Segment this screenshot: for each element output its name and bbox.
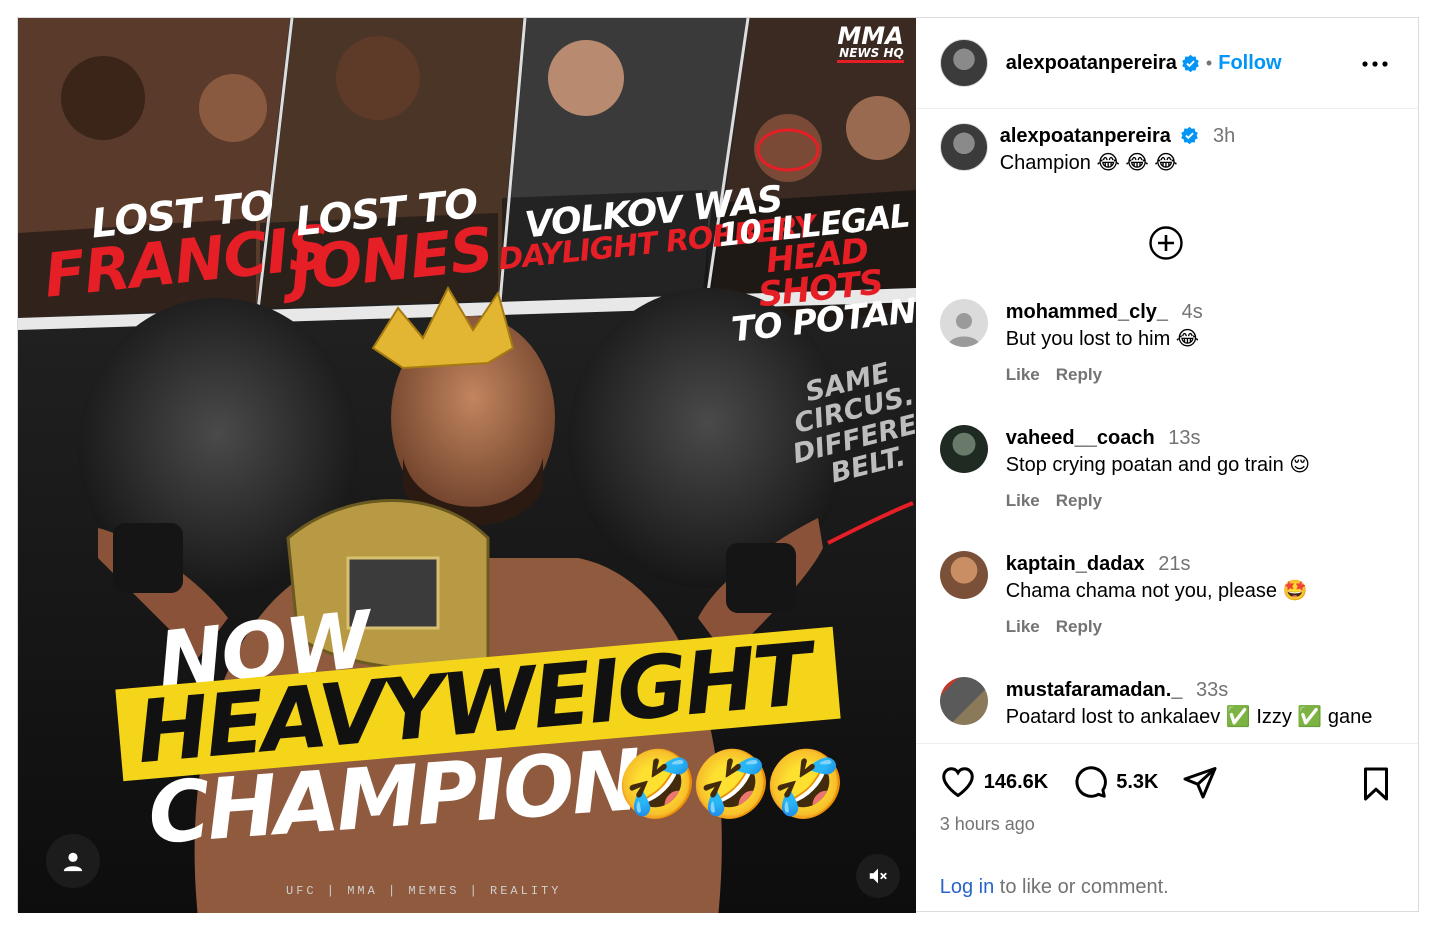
commenter-username[interactable]: kaptain_dadax — [1006, 553, 1145, 575]
author-username[interactable]: alexpoatanpereira — [1006, 52, 1177, 75]
caption-avatar[interactable] — [939, 123, 988, 171]
bookmark-icon[interactable] — [1360, 766, 1392, 802]
heart-icon[interactable] — [940, 764, 976, 800]
tagged-users-button[interactable] — [46, 834, 100, 888]
comment-icon[interactable] — [1072, 764, 1108, 800]
post-header: alexpoatanpereira • Follow — [915, 18, 1418, 109]
load-more-comments-button[interactable] — [1148, 225, 1184, 261]
share-icon[interactable] — [1182, 764, 1218, 800]
login-link[interactable]: Log in — [940, 876, 995, 898]
post-media[interactable]: MMA NEWS HQ LOST TO FRANCIS LOST TO JONE… — [18, 18, 916, 913]
author-avatar[interactable] — [939, 39, 988, 87]
verified-badge-icon — [1182, 54, 1199, 72]
caption-time: 3h — [1213, 125, 1236, 147]
post-timestamp: 3 hours ago — [939, 814, 1035, 834]
reply-comment-button[interactable]: Reply — [1056, 487, 1102, 514]
comment-text: Chama chama not you, please 🤩 — [1005, 580, 1308, 602]
like-count: 146.6K — [983, 770, 1049, 793]
commenter-username[interactable]: mustafaramadan._ — [1006, 679, 1183, 701]
comment-item: kaptain_dadax 21s Chama chama not you, p… — [939, 551, 1308, 640]
comment-time: 21s — [1158, 553, 1191, 575]
commenter-avatar[interactable] — [939, 551, 988, 599]
separator-dot: • — [1205, 52, 1213, 73]
ellipsis-icon — [1362, 61, 1388, 67]
follow-button[interactable]: Follow — [1218, 52, 1281, 75]
caption-text: Champion 😂 😂 😂 — [999, 152, 1178, 174]
comment-text: Poatard lost to ankalaev ✅ Izzy ✅ gane — [1005, 706, 1373, 728]
caption-username[interactable]: alexpoatanpereira — [1000, 125, 1171, 147]
comment-time: 33s — [1196, 679, 1229, 701]
speaker-muted-icon — [869, 868, 887, 884]
media-footer-tags: UFC | MMA | MEMES | REALITY — [286, 884, 562, 898]
post-actions: 146.6K 5.3K 3 hours ago Log in to like o… — [915, 743, 1418, 913]
user-icon — [63, 852, 83, 872]
comment-item: mustafaramadan._ 33s Poatard lost to ank… — [939, 677, 1373, 731]
like-comment-button[interactable]: Like — [1006, 613, 1040, 640]
headline-emoji: 🤣🤣🤣 — [616, 747, 847, 821]
like-comment-button[interactable]: Like — [1006, 487, 1040, 514]
post-caption: alexpoatanpereira 3h Champion 😂 😂 😂 — [939, 123, 1418, 177]
more-options-button[interactable] — [1362, 48, 1388, 74]
reply-comment-button[interactable]: Reply — [1056, 361, 1102, 388]
comment-text: Stop crying poatan and go train 😌 — [1005, 454, 1311, 476]
panel-2-text: LOST TO JONES — [286, 180, 496, 306]
comment-time: 13s — [1168, 427, 1201, 449]
comment-item: mohammed_cly_ 4s But you lost to him 😂 L… — [939, 299, 1203, 388]
default-avatar-icon — [947, 313, 980, 347]
login-prompt: Log in to like or comment. — [940, 876, 1169, 899]
commenter-avatar[interactable] — [939, 425, 988, 473]
commenter-username[interactable]: mohammed_cly_ — [1006, 301, 1168, 323]
comment-item: vaheed__coach 13s Stop crying poatan and… — [939, 425, 1311, 514]
commenter-avatar[interactable] — [939, 299, 988, 347]
comments-section[interactable]: alexpoatanpereira 3h Champion 😂 😂 😂 moha… — [916, 109, 1418, 743]
verified-badge-icon — [1181, 126, 1199, 145]
comment-count: 5.3K — [1116, 770, 1159, 793]
like-comment-button[interactable]: Like — [1006, 361, 1040, 388]
comment-text: But you lost to him 😂 — [1005, 328, 1200, 350]
mute-button[interactable] — [856, 854, 900, 898]
reply-comment-button[interactable]: Reply — [1056, 613, 1102, 640]
comment-time: 4s — [1181, 301, 1203, 323]
commenter-username[interactable]: vaheed__coach — [1006, 427, 1155, 449]
brand-logo: MMA NEWS HQ — [837, 24, 904, 64]
panel-4-text: 10 ILLEGAL HEAD SHOTS TO POTAN — [716, 196, 916, 351]
login-prompt-text: to like or comment. — [994, 876, 1169, 898]
post-sidebar: alexpoatanpereira • Follow alexpoatanper… — [915, 18, 1418, 913]
commenter-avatar[interactable] — [939, 677, 988, 725]
post-dialog: MMA NEWS HQ LOST TO FRANCIS LOST TO JONE… — [17, 17, 1419, 913]
